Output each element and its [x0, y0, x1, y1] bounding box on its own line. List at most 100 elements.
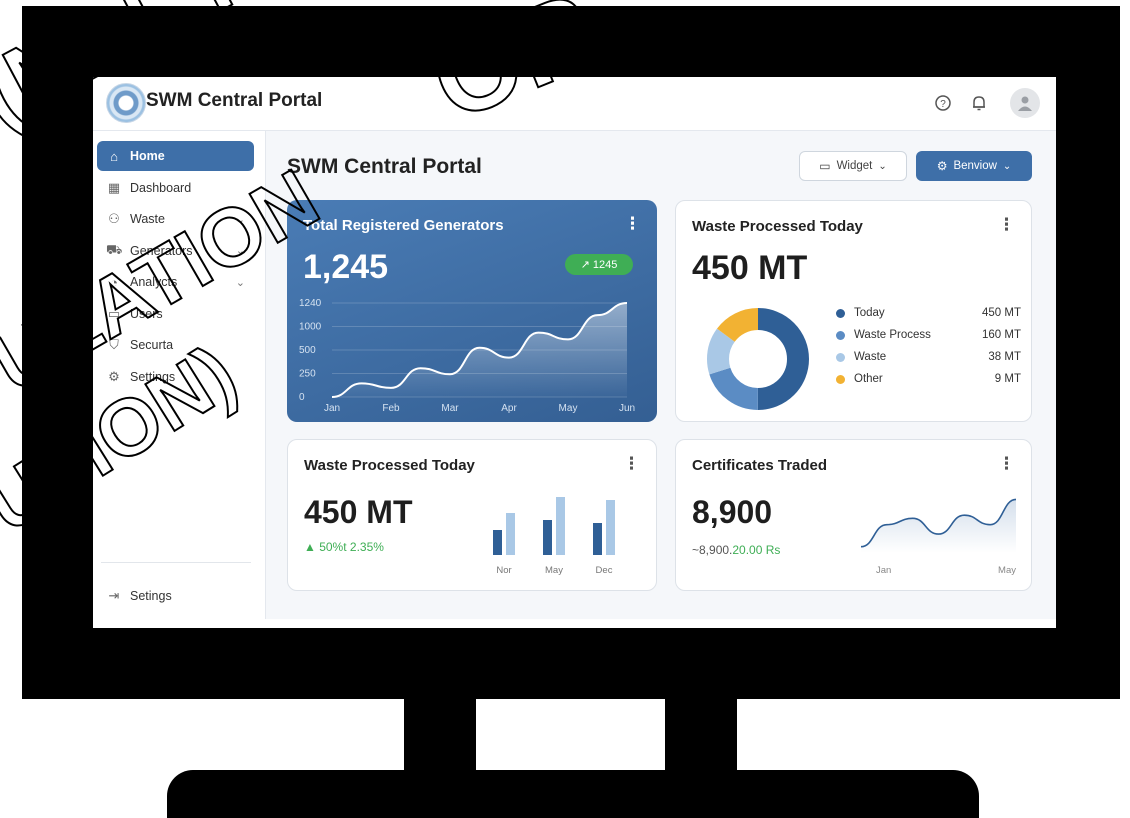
- generators-area-chart: 1240 1000 500 250 0 Jan Feb Mar Apr May Jun: [299, 298, 635, 414]
- legend-item: Today 450 MT: [836, 304, 1021, 324]
- x-tick-label: Dec: [596, 565, 613, 576]
- bar: [543, 520, 552, 555]
- legend-dot: [836, 331, 845, 340]
- card-title: Waste Processed Today: [692, 218, 863, 235]
- bar: [506, 513, 515, 555]
- widget-button[interactable]: ▭ Widget ⌄: [799, 151, 907, 181]
- y-tick-label: 1240: [299, 298, 322, 309]
- screen: SWM Central Portal ? ⌂ Home ▦ Dashboard ⚇ Was…: [93, 77, 1056, 628]
- legend-value: 450 MT: [982, 307, 1021, 319]
- sidebar-item-securta[interactable]: ⛉ Securta: [93, 330, 253, 360]
- x-tick-label: Feb: [382, 403, 400, 414]
- legend-dot: [836, 353, 845, 362]
- card-waste-donut: Waste Processed Today ⋮ 450 MT Today 450 …: [675, 200, 1032, 422]
- waste-donut-chart: [707, 308, 809, 410]
- sidebar-item-users[interactable]: ▭ Users: [93, 299, 253, 329]
- monitor-base: [167, 770, 979, 818]
- svg-text:?: ?: [940, 99, 946, 110]
- legend-item: Waste 38 MT: [836, 348, 1021, 368]
- more-icon[interactable]: ⋮: [998, 215, 1015, 235]
- amount-suffix: 20.00 Rs: [732, 543, 781, 557]
- sidebar-item-waste[interactable]: ⚇ Waste ⌄: [93, 204, 253, 234]
- bar: [493, 530, 502, 555]
- card-title: Certificates Traded: [692, 457, 828, 474]
- sidebar-item-generators[interactable]: ⛟ Generators ⌄: [93, 236, 253, 266]
- x-tick-label: Jan: [324, 403, 340, 414]
- chevron-down-icon: ⌄: [1002, 160, 1012, 172]
- shield-icon: ⛉: [109, 337, 119, 352]
- sidebar-item-analycts[interactable]: ◔ Analycts ⌄: [93, 267, 253, 297]
- certificates-line-chart: Jan May: [860, 498, 1016, 576]
- chevron-down-icon[interactable]: ⌄: [236, 276, 245, 289]
- sidebar-item-label: Analycts: [130, 275, 178, 289]
- y-tick-label: 1000: [299, 322, 322, 333]
- x-tick-label: May: [559, 403, 578, 414]
- sidebar-item-settings[interactable]: ⚙ Settings: [93, 362, 253, 392]
- sidebar-item-label: Securta: [130, 338, 174, 352]
- widget-icon: ▭: [819, 159, 831, 173]
- app-title: SWM Central Portal: [146, 90, 323, 111]
- legend-item: Waste Process 160 MT: [836, 326, 1021, 346]
- sidebar-footer-settings[interactable]: ⇥ Setings: [93, 581, 253, 611]
- sidebar-item-label: Waste: [130, 212, 165, 226]
- sidebar-item-label: Dashboard: [130, 180, 192, 195]
- sidebar-item-label: Home: [130, 149, 165, 163]
- calendar-icon: ▭: [107, 305, 121, 321]
- card-title: Waste Processed Today: [304, 457, 475, 474]
- bell-icon[interactable]: [967, 91, 991, 115]
- legend-item: Other 9 MT: [836, 370, 1021, 390]
- overview-button[interactable]: ⚙ Benviow ⌄: [916, 151, 1032, 181]
- chevron-down-icon: ⌄: [878, 160, 887, 172]
- grid-icon: ▦: [107, 179, 121, 195]
- legend-dot: [836, 309, 845, 318]
- area-fill: [861, 499, 1016, 553]
- card-certificates: Certificates Traded ⋮ 8,900 ~8,900.20.00…: [675, 439, 1032, 591]
- gear-icon: ⚙: [108, 368, 120, 384]
- y-tick-label: 0: [299, 392, 305, 403]
- top-bar: SWM Central Portal ?: [93, 77, 1056, 131]
- waste-bar-chart: Nor May Dec: [493, 497, 615, 576]
- legend-label: Other: [854, 373, 883, 385]
- settings-icon: ⚙: [936, 159, 948, 173]
- legend-value: 160 MT: [982, 329, 1021, 341]
- bar: [593, 523, 602, 555]
- legend-label: Waste Process: [854, 329, 931, 341]
- sidebar-item-label: Generators: [130, 243, 193, 258]
- sidebar-item-label: Settings: [130, 369, 176, 384]
- user-avatar-icon[interactable]: [1010, 88, 1040, 118]
- x-tick-label: Apr: [501, 403, 517, 414]
- chevron-down-icon[interactable]: ⌄: [236, 244, 245, 257]
- card-waste-bars: Waste Processed Today ⋮ 450 MT ▲ 50%t 2.…: [287, 439, 657, 591]
- truck-icon: ⛟: [106, 241, 123, 257]
- card-total-generators: Total Registered Generators ⋮ 1,245 ↗ 12…: [287, 200, 657, 422]
- change-indicator: ▲ 50%t 2.35%: [304, 540, 384, 554]
- waste-bar-value: 450 MT: [304, 494, 413, 530]
- sidebar: ⌂ Home ▦ Dashboard ⚇ Waste ⌄ ⛟ Generators ⌄ ◔ Analy…: [93, 131, 266, 628]
- home-icon: ⌂: [110, 148, 118, 164]
- app-logo[interactable]: [106, 83, 146, 123]
- sidebar-footer-label: Setings: [130, 589, 172, 603]
- page-title: SWM Central Portal: [287, 155, 482, 178]
- x-tick-label: Mar: [441, 403, 459, 414]
- screen-chin: [93, 619, 1056, 628]
- y-tick-label: 250: [299, 369, 316, 380]
- sidebar-item-dashboard[interactable]: ▦ Dashboard: [93, 173, 253, 203]
- x-tick-label: Jun: [619, 403, 635, 414]
- overview-button-label: Benviow: [953, 160, 997, 172]
- chart-icon: ◔: [110, 274, 118, 290]
- waste-today-value: 450 MT: [692, 249, 808, 287]
- chevron-down-icon[interactable]: ⌄: [236, 213, 245, 226]
- certificates-value: 8,900: [692, 494, 773, 530]
- sidebar-item-home[interactable]: ⌂ Home: [97, 141, 254, 171]
- more-icon[interactable]: ⋮: [998, 454, 1015, 474]
- help-icon[interactable]: ?: [931, 91, 955, 115]
- legend-label: Waste: [854, 351, 887, 363]
- widget-button-label: Widget: [836, 160, 873, 172]
- legend-value: 38 MT: [988, 351, 1021, 363]
- sidebar-item-label: Users: [130, 306, 163, 321]
- more-icon[interactable]: ⋮: [623, 454, 640, 474]
- certificates-amount: ~8,900.20.00 Rs: [692, 543, 780, 557]
- legend-label: Today: [854, 307, 885, 319]
- x-tick-label: May: [998, 565, 1016, 576]
- sidebar-divider: [101, 562, 251, 563]
